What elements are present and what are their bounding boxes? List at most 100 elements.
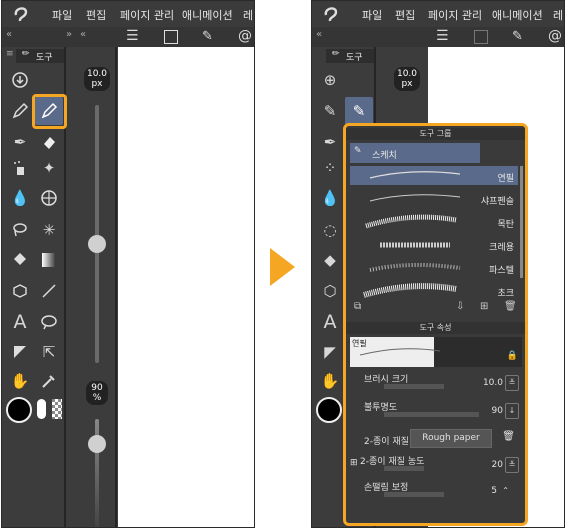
spiral-icon[interactable]: @ bbox=[238, 28, 252, 44]
fill-tool-icon-right[interactable]: ◆ bbox=[318, 249, 342, 271]
menu-file[interactable]: 파일 bbox=[52, 7, 72, 23]
menu-file-right[interactable]: 파일 bbox=[362, 7, 382, 23]
gradient-tool-icon[interactable] bbox=[37, 249, 61, 271]
sub-tool-settings-icon[interactable]: ⧉ bbox=[354, 301, 361, 312]
airbrush-tool-icon[interactable] bbox=[8, 157, 32, 179]
collapse-left-icon-right[interactable]: « bbox=[316, 29, 322, 40]
panel-menu-icon[interactable]: ≡ bbox=[6, 49, 14, 59]
blend-tool-icon-right[interactable]: 💧 bbox=[318, 187, 342, 209]
menu-overflow-right[interactable]: 레이 bbox=[553, 7, 564, 23]
lasso-tool-icon[interactable] bbox=[8, 219, 32, 241]
tool-tab-right[interactable]: ✏ 도구 bbox=[326, 49, 374, 63]
expand-icon[interactable]: ⊞ bbox=[350, 458, 358, 468]
clip-studio-logo-icon-right[interactable] bbox=[322, 5, 340, 23]
text-tool-icon-right[interactable]: A bbox=[318, 311, 342, 333]
paper-density-bar[interactable] bbox=[384, 466, 424, 471]
menu-icon[interactable]: ☰ bbox=[126, 28, 139, 44]
sparkle-tool-icon[interactable]: ✦ bbox=[37, 157, 61, 179]
transparent-color-swatch[interactable] bbox=[52, 399, 62, 419]
paper-density-pressure-icon[interactable]: ≚ bbox=[505, 457, 519, 473]
import-icon[interactable]: ⇩ bbox=[456, 301, 464, 312]
paper-texture-property[interactable]: 2-종이 재질 Rough paper 🗑 bbox=[346, 426, 525, 454]
lock-icon[interactable]: 🔒 bbox=[507, 351, 518, 361]
menu-edit-right[interactable]: 편집 bbox=[395, 7, 415, 23]
paper-texture-delete-icon[interactable]: 🗑 bbox=[502, 431, 515, 442]
menu-overflow[interactable]: 레이 bbox=[243, 7, 254, 23]
fill-tool-icon[interactable] bbox=[8, 249, 32, 271]
main-color-swatch[interactable] bbox=[6, 397, 32, 423]
download-tool-icon-right[interactable]: ⊕ bbox=[318, 69, 342, 91]
hand-tool-icon[interactable]: ✋ bbox=[8, 370, 32, 392]
pencil-tool-icon-right[interactable]: ✎ bbox=[347, 100, 371, 122]
tool-tab[interactable]: ✏ 도구 bbox=[16, 49, 64, 63]
brush-size-property[interactable]: 브러시 크기 10.0 ≚ bbox=[346, 370, 525, 398]
brush-item-crayon[interactable]: 크레용 bbox=[350, 235, 518, 254]
paper-density-property[interactable]: ⊞ 2-종이 재질 농도 20 ≚ bbox=[346, 452, 525, 480]
opacity-bar[interactable] bbox=[384, 412, 479, 417]
grid-tool-icon[interactable] bbox=[37, 187, 61, 209]
brush-list-scrollbar[interactable] bbox=[520, 166, 523, 278]
pen-tool-icon[interactable] bbox=[8, 100, 32, 122]
brush-item-label: 샤프펜슬 bbox=[480, 197, 514, 207]
duplicate-icon[interactable]: ⊞ bbox=[480, 301, 488, 312]
collapse-left-2-icon[interactable]: « bbox=[80, 29, 86, 40]
line-tool-icon[interactable] bbox=[37, 280, 61, 302]
edit-icon[interactable]: ✎ bbox=[202, 29, 213, 44]
pen-tool-icon-right[interactable]: ✎ bbox=[318, 100, 342, 122]
stabilization-stepper-icon[interactable]: ⌃ bbox=[502, 486, 509, 495]
download-tool-icon[interactable] bbox=[8, 69, 32, 91]
brush-tool-icon-right[interactable]: ✒ bbox=[318, 131, 342, 153]
delete-icon[interactable]: 🗑 bbox=[504, 301, 517, 312]
clip-studio-logo-icon[interactable] bbox=[12, 5, 30, 23]
3d-object-tool-icon-right[interactable]: ⬡ bbox=[318, 280, 342, 302]
main-color-swatch-right[interactable] bbox=[316, 397, 342, 423]
menu-edit[interactable]: 편집 bbox=[86, 7, 106, 23]
frame-tool-icon-right[interactable]: ◤ bbox=[318, 341, 342, 363]
stabilization-bar[interactable] bbox=[384, 492, 444, 497]
brush-item-pastel[interactable]: 파스텔 bbox=[350, 258, 518, 277]
hand-tool-icon-right[interactable]: ✋ bbox=[318, 370, 342, 392]
paper-texture-button[interactable]: Rough paper bbox=[410, 429, 492, 448]
opacity-property[interactable]: 불투명도 90 ↓ bbox=[346, 398, 525, 426]
canvas-transform-icon[interactable] bbox=[164, 30, 178, 44]
frame-tool-icon[interactable] bbox=[8, 341, 32, 363]
brush-item-pencil[interactable]: 연필 bbox=[350, 166, 518, 185]
sub-color-swatch[interactable] bbox=[37, 399, 46, 419]
stabilization-property[interactable]: 손떨림 보정 5 ⌃ bbox=[346, 478, 525, 506]
brush-size-slider-knob[interactable] bbox=[88, 235, 106, 253]
brush-size-bar[interactable] bbox=[384, 384, 444, 389]
menu-page-management[interactable]: 페이지 관리 bbox=[120, 7, 174, 23]
opacity-slider-knob[interactable] bbox=[88, 435, 106, 453]
opacity-pressure-icon[interactable]: ↓ bbox=[505, 403, 519, 419]
brush-size-pressure-icon[interactable]: ≚ bbox=[505, 375, 519, 391]
correct-line-tool-icon[interactable]: ⇱ bbox=[37, 341, 61, 363]
sketch-group-label: 스케치 bbox=[372, 151, 397, 161]
brush-size-slider[interactable] bbox=[95, 105, 99, 363]
3d-object-tool-icon[interactable] bbox=[8, 280, 32, 302]
collapse-left-icon[interactable]: « bbox=[6, 29, 12, 40]
tool-tab-label-right: 도구 bbox=[346, 53, 363, 63]
text-tool-icon[interactable]: A bbox=[8, 311, 32, 333]
airbrush-tool-icon-right[interactable]: ⁘ bbox=[318, 157, 342, 179]
pastel-stroke-preview bbox=[369, 262, 461, 272]
brush-item-charcoal[interactable]: 목탄 bbox=[350, 212, 518, 231]
speech-balloon-tool-icon[interactable] bbox=[37, 311, 61, 333]
eraser-tool-icon[interactable] bbox=[37, 131, 61, 153]
blend-tool-icon[interactable]: 💧 bbox=[8, 187, 32, 209]
lasso-tool-icon-right[interactable]: ◌ bbox=[318, 219, 342, 241]
sub-tool-group-row[interactable]: ✎ 스케치 bbox=[350, 143, 480, 163]
menu-page-management-right[interactable]: 페이지 관리 bbox=[428, 7, 482, 23]
edit-icon-right[interactable]: ✎ bbox=[512, 29, 523, 44]
collapse-right-icon[interactable]: » bbox=[66, 29, 72, 40]
menu-animation-right[interactable]: 애니메이션 bbox=[492, 7, 543, 23]
menu-icon-right[interactable]: ☰ bbox=[436, 28, 449, 44]
spiral-icon-right[interactable]: @ bbox=[548, 28, 562, 44]
magic-wand-tool-icon[interactable]: ✳ bbox=[37, 219, 61, 241]
canvas[interactable] bbox=[118, 47, 254, 527]
menu-animation[interactable]: 애니메이션 bbox=[182, 7, 233, 23]
brush-item-chalk[interactable]: 초크 bbox=[350, 281, 518, 300]
brush-tool-icon[interactable]: ✒ bbox=[8, 131, 32, 153]
canvas-transform-icon-right[interactable] bbox=[474, 30, 488, 44]
brush-item-mechanical-pencil[interactable]: 샤프펜슬 bbox=[350, 189, 518, 208]
eyedropper-tool-icon[interactable] bbox=[37, 370, 61, 392]
